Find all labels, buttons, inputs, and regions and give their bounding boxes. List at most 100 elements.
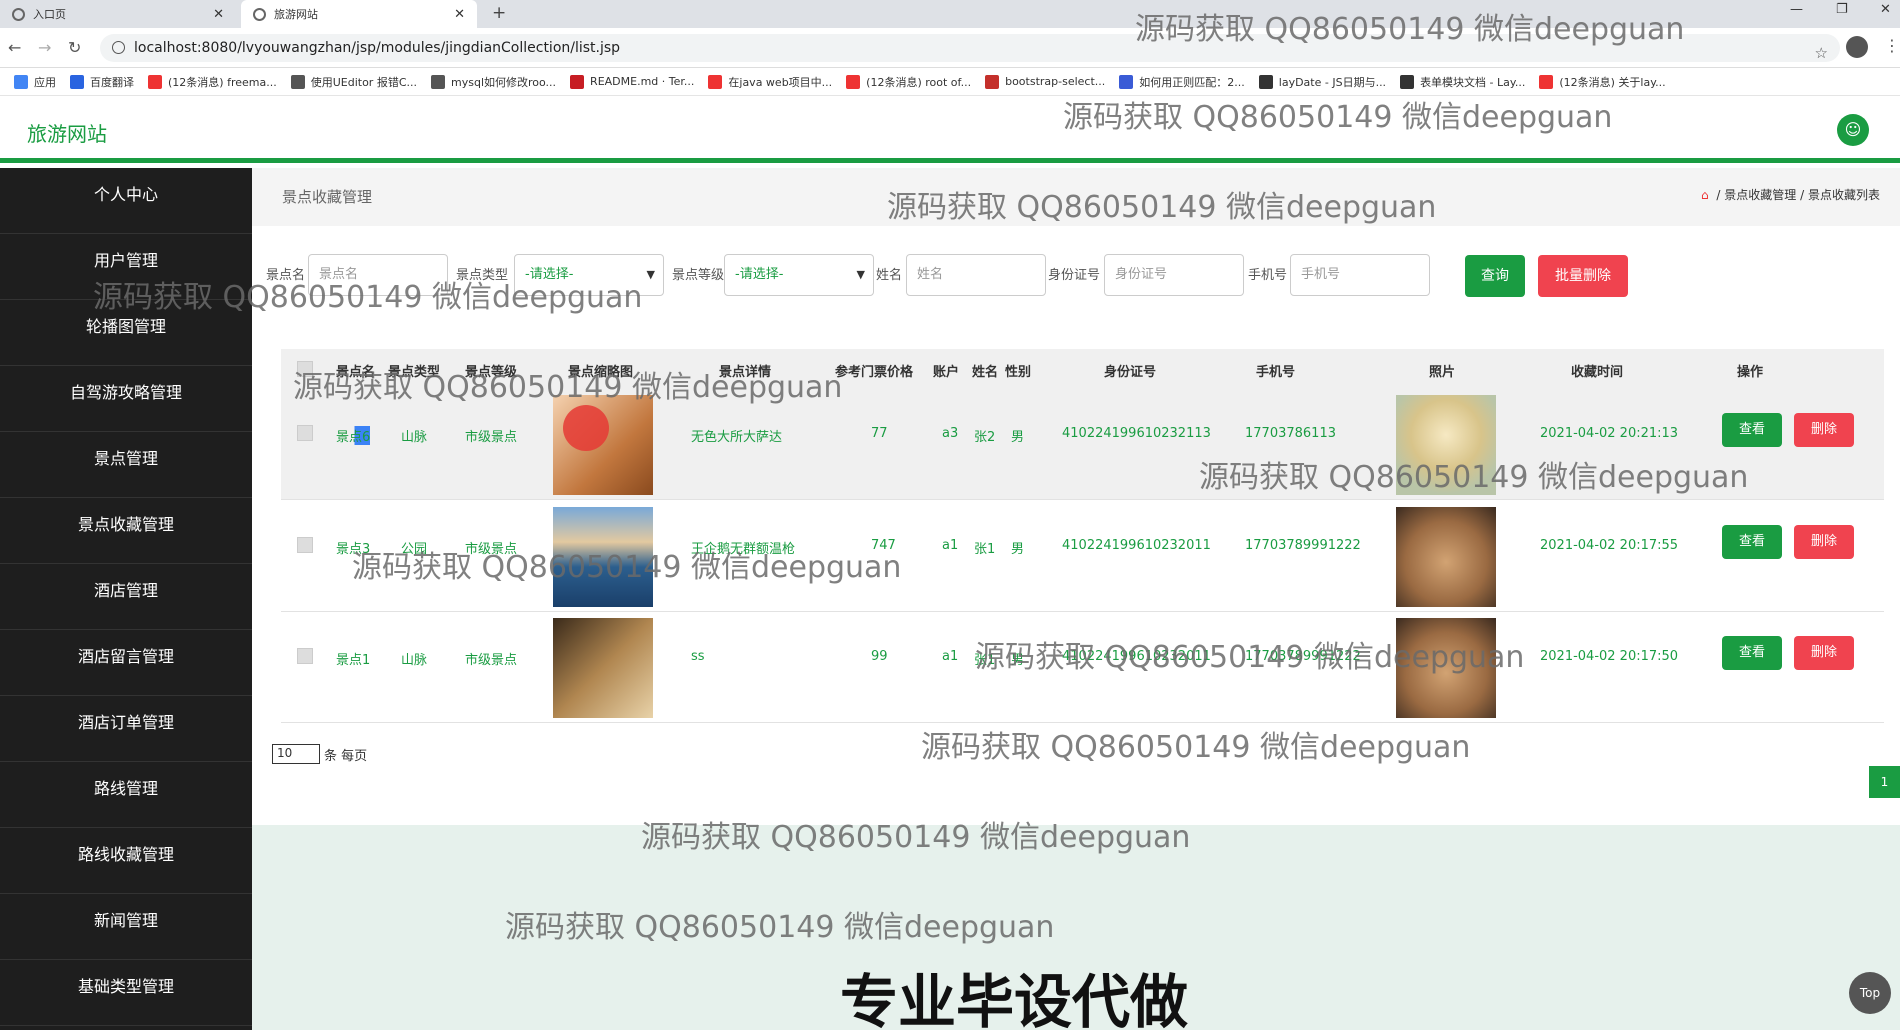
row-checkbox[interactable] <box>297 537 313 553</box>
star-icon[interactable]: ☆ <box>1815 39 1828 67</box>
breadcrumb-sep: / <box>1800 188 1805 202</box>
row-checkbox[interactable] <box>297 648 313 664</box>
uname-label: 姓名 <box>876 268 903 283</box>
cell-sex: 男 <box>1011 430 1025 445</box>
site-logo[interactable]: 旅游网站 <box>27 118 107 147</box>
cell-time: 2021-04-02 20:17:55 <box>1540 538 1679 553</box>
cell-name: 景点6 <box>336 426 371 445</box>
breadcrumb: ⌂ / 景点收藏管理 / 景点收藏列表 <box>1701 186 1880 203</box>
user-icon[interactable]: ☺ <box>1837 114 1869 146</box>
column-header: 操作 <box>1737 365 1764 380</box>
bookmark-item[interactable]: (12条消息) 关于lay... <box>1539 74 1666 90</box>
chevron-down-icon: ▼ <box>646 268 655 281</box>
minimize-icon[interactable]: — <box>1790 2 1803 17</box>
sidebar-item[interactable]: 路线收藏管理 <box>0 828 252 894</box>
reload-icon[interactable]: ↻ <box>68 38 81 57</box>
sidebar-item[interactable]: 酒店管理 <box>0 564 252 630</box>
bookmark-item[interactable]: 应用 <box>14 74 56 90</box>
home-icon[interactable]: ⌂ <box>1701 188 1709 202</box>
new-tab-button[interactable]: + <box>492 3 506 23</box>
sidebar-item[interactable]: 新闻管理 <box>0 894 252 960</box>
bookmark-item[interactable]: 使用UEditor 报错C... <box>290 74 417 90</box>
cell-sex: 男 <box>1011 542 1025 557</box>
tab-label: 入口页 <box>33 8 66 21</box>
bookmark-label: 使用UEditor 报错C... <box>310 75 417 89</box>
bookmark-icon <box>148 74 162 89</box>
bookmark-icon <box>1119 74 1134 89</box>
per-page-text: 条 每页 <box>324 748 368 764</box>
watermark: 源码获取 QQ86050149 微信deepguan <box>887 190 1437 225</box>
delete-button[interactable]: 删除 <box>1794 525 1854 559</box>
level-select[interactable]: -请选择- ▼ <box>724 254 874 296</box>
cell-name: 景点1 <box>336 653 371 668</box>
column-header: 照片 <box>1429 365 1456 380</box>
column-header: 收藏时间 <box>1571 365 1624 380</box>
cell-uname: 张2 <box>974 430 996 445</box>
bookmark-icon <box>570 74 585 89</box>
watermark: 源码获取 QQ86050149 微信deepguan <box>505 910 1055 945</box>
sidebar-item[interactable]: 个人中心 <box>0 168 252 234</box>
user-photo <box>1396 507 1496 607</box>
globe-icon <box>12 7 25 21</box>
close-icon[interactable]: ✕ <box>454 7 465 22</box>
bookmark-icon <box>431 74 445 89</box>
bookmark-item[interactable]: 如何用正则匹配：2... <box>1119 74 1245 90</box>
bookmark-item[interactable]: (12条消息) freema... <box>148 74 277 90</box>
sidebar-item[interactable]: 酒店订单管理 <box>0 696 252 762</box>
restore-icon[interactable]: ❐ <box>1836 2 1848 17</box>
query-button[interactable]: 查询 <box>1465 255 1525 297</box>
bookmark-item[interactable]: 百度翻译 <box>70 74 134 90</box>
page-1-button[interactable]: 1 <box>1869 766 1900 798</box>
phone-label: 手机号 <box>1248 268 1288 283</box>
tab-entry-page[interactable]: 入口页 ✕ <box>0 0 236 28</box>
cell-uname: 张1 <box>974 542 996 557</box>
page-size-control: 10 条 每页 <box>272 744 367 764</box>
view-button[interactable]: 查看 <box>1722 525 1782 559</box>
window-close-icon[interactable]: ✕ <box>1880 2 1891 17</box>
bookmark-item[interactable]: mysql如何修改roo... <box>431 74 556 90</box>
sidebar-item[interactable]: 酒店留言管理 <box>0 630 252 696</box>
sidebar-item[interactable]: 路线管理 <box>0 762 252 828</box>
bookmark-icon <box>1258 74 1273 89</box>
bookmark-item[interactable]: 表单模块文档 - Lay... <box>1400 74 1525 90</box>
back-icon[interactable]: ← <box>8 38 21 57</box>
sidebar-item[interactable]: 景点收藏管理 <box>0 498 252 564</box>
column-header: 姓名 <box>972 365 999 380</box>
bookmark-label: mysql如何修改roo... <box>451 75 557 89</box>
back-to-top-button[interactable]: Top <box>1849 972 1891 1014</box>
phone-input[interactable]: 手机号 <box>1290 254 1430 296</box>
breadcrumb-level2: 景点收藏列表 <box>1807 188 1880 202</box>
bookmark-item[interactable]: README.md · Ter... <box>570 74 694 89</box>
uname-input[interactable]: 姓名 <box>906 254 1046 296</box>
watermark: 源码获取 QQ86050149 微信deepguan <box>293 370 843 405</box>
cell-time: 2021-04-02 20:21:13 <box>1540 426 1679 441</box>
breadcrumb-level1[interactable]: 景点收藏管理 <box>1724 188 1796 202</box>
bookmark-label: bootstrap-select... <box>1005 75 1106 88</box>
delete-button[interactable]: 删除 <box>1794 636 1854 670</box>
watermark: 源码获取 QQ86050149 微信deepguan <box>352 550 902 585</box>
tab-travel-site[interactable]: 旅游网站 ✕ <box>241 0 477 28</box>
column-header: 手机号 <box>1256 365 1296 380</box>
page-size-select[interactable]: 10 <box>272 744 320 764</box>
bookmark-item[interactable]: 在java web项目中... <box>708 74 832 90</box>
forward-icon[interactable]: → <box>38 38 51 57</box>
bookmark-label: 百度翻译 <box>90 75 134 89</box>
batch-delete-button[interactable]: 批量删除 <box>1538 255 1628 297</box>
row-checkbox[interactable] <box>297 425 313 441</box>
info-icon[interactable] <box>112 41 125 54</box>
bookmark-item[interactable]: (12条消息) root of... <box>846 74 971 90</box>
view-button[interactable]: 查看 <box>1722 636 1782 670</box>
close-icon[interactable]: ✕ <box>213 7 224 22</box>
menu-icon[interactable]: ⋮ <box>1884 36 1900 55</box>
view-button[interactable]: 查看 <box>1722 413 1782 447</box>
bookmark-item[interactable]: bootstrap-select... <box>985 74 1106 89</box>
profile-icon[interactable] <box>1846 36 1868 58</box>
cell-detail: 无色大所大萨达 <box>691 430 783 445</box>
idcard-input[interactable]: 身份证号 <box>1104 254 1244 296</box>
sidebar-item[interactable]: 自驾游攻略管理 <box>0 366 252 432</box>
sidebar-item[interactable]: 基础类型管理 <box>0 960 252 1026</box>
bookmark-item[interactable]: layDate - JS日期与... <box>1258 74 1386 90</box>
column-header: 账户 <box>933 365 960 380</box>
sidebar-item[interactable]: 景点管理 <box>0 432 252 498</box>
delete-button[interactable]: 删除 <box>1794 413 1854 447</box>
